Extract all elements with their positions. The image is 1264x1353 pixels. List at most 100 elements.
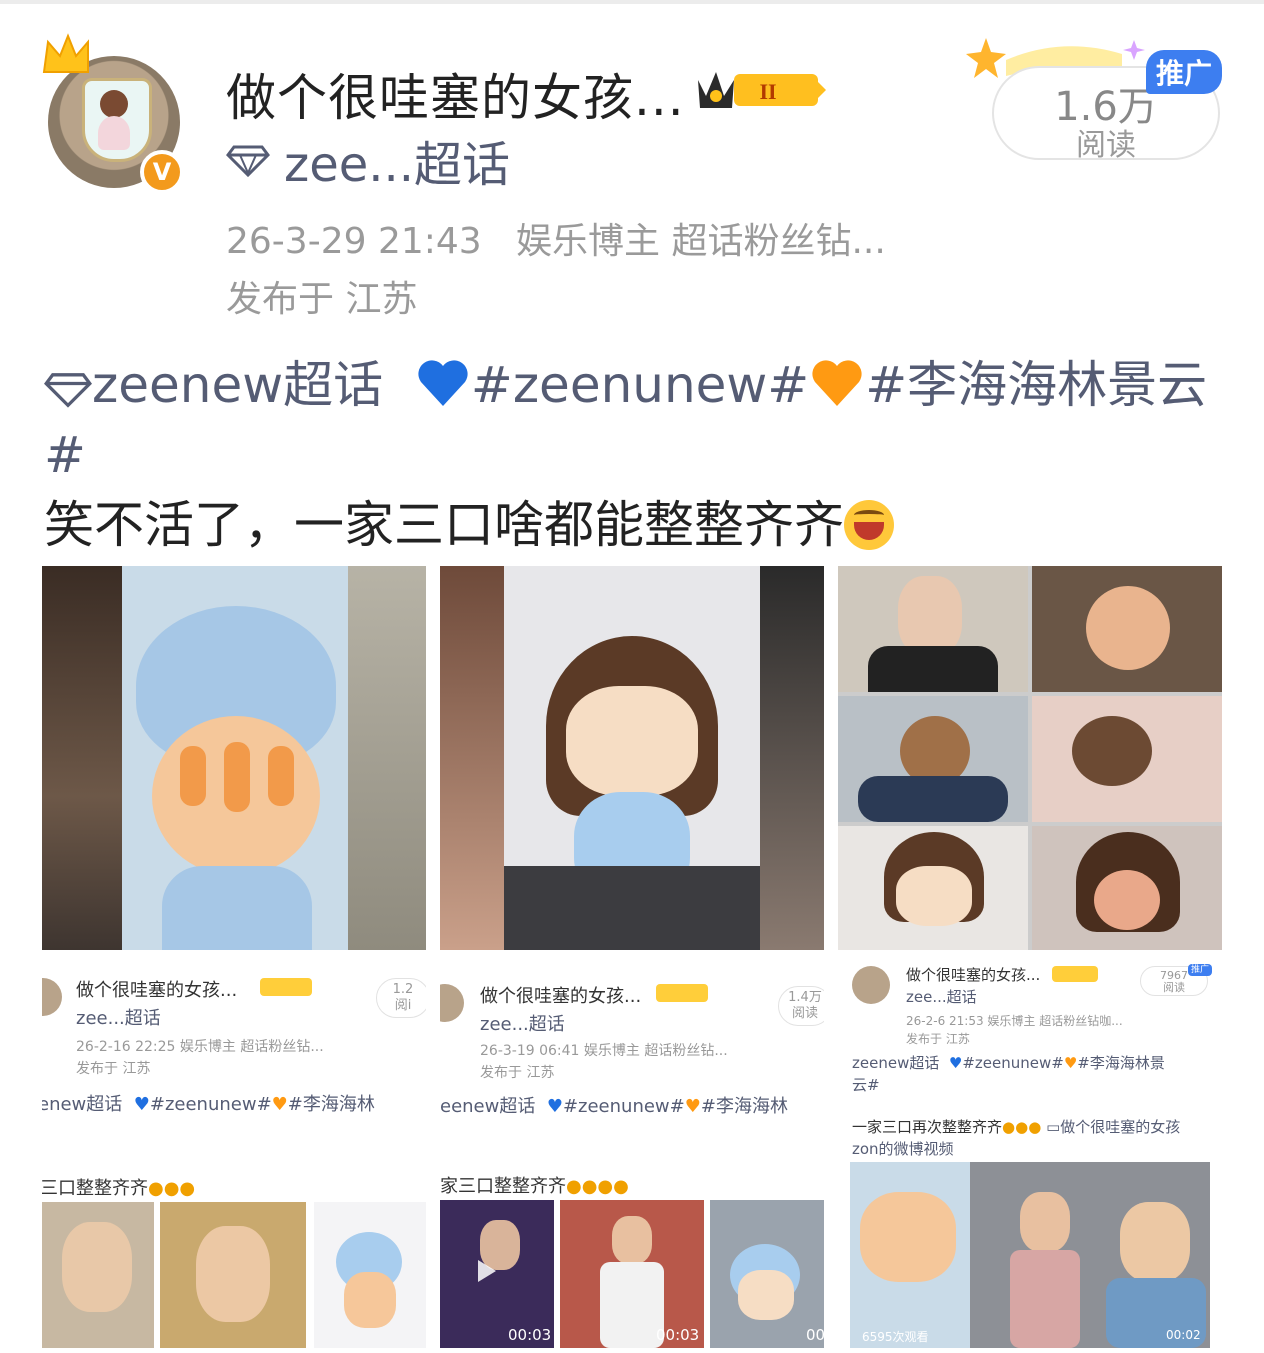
mini-read-value: 1.4万 — [788, 990, 822, 1005]
mini-hashtag-2: #李海海林 — [287, 1094, 375, 1115]
mini-username: 做个很哇塞的女孩... — [906, 966, 1041, 984]
topic-link[interactable]: zeenew超话 — [44, 356, 383, 414]
grid-person-2 — [838, 696, 1028, 822]
mini-meta: 26-2-6 21:53 娱乐博主 超话粉丝钻咖... — [906, 1014, 1123, 1028]
mini-avatar — [440, 984, 464, 1022]
mini-video-link: 做个很哇塞的女孩 — [1060, 1118, 1181, 1136]
supertopic-link[interactable]: zee...超话 — [226, 132, 510, 193]
mini-laugh-emojis: ●●● — [1002, 1118, 1042, 1136]
mini-read-count: 1.4万 阅读 — [778, 986, 824, 1026]
mini-video-player[interactable]: 6595次观看 00:02 — [850, 1162, 1210, 1348]
mini-video-duration: 00:02 — [1166, 1328, 1201, 1342]
mini-avatar — [42, 978, 62, 1016]
mini-supertopic: zee...超话 — [906, 988, 977, 1006]
mini-text: 三口整整齐齐 — [42, 1178, 148, 1199]
promote-button[interactable]: 推广 — [1146, 50, 1222, 94]
crown-icon — [42, 33, 89, 73]
mini-video-link-icon: ▭ — [1046, 1118, 1061, 1136]
post-location: 发布于 江苏 — [226, 279, 418, 320]
mini-blue-heart-icon: ♥ — [546, 1096, 563, 1117]
embedded-screenshot-3[interactable]: 做个很哇塞的女孩... zee...超话 26-2-6 21:53 娱乐博主 超… — [838, 958, 1222, 1348]
mini-blue-heart-icon: ♥ — [133, 1094, 150, 1115]
mini-promo: 推广 — [1188, 964, 1212, 976]
vip-level-text: II — [759, 79, 776, 104]
grid-monchhichi-3 — [1032, 826, 1222, 950]
post-meta: 26-3-29 21:43 娱乐博主 超话粉丝钻... — [226, 212, 886, 264]
mini-thumb-1 — [42, 1202, 154, 1348]
post-image-1[interactable] — [42, 566, 426, 950]
author-avatar-group[interactable]: V — [40, 32, 190, 194]
mini-thumb-3 — [314, 1202, 426, 1348]
laughing-emoji-icon — [844, 500, 894, 550]
mini-content-line2: 一家三口再次整整齐齐●●● ▭做个很哇塞的女孩 — [852, 1116, 1180, 1137]
mini-laugh-emojis: ●●●● — [566, 1176, 629, 1197]
mini-hashtag: #zeenunew# — [962, 1054, 1064, 1072]
post-content: zeenew超话 #zeenunew# #李海海林景云# 笑不活了，一家三口啥都能… — [44, 350, 1224, 560]
embedded-screenshot-2[interactable]: 做个很哇塞的女孩... zee...超话 26-3-19 06:41 娱乐博主 … — [440, 958, 824, 1348]
mini-video-thumb-1[interactable]: 00:03 — [440, 1200, 554, 1348]
diamond-icon — [226, 145, 270, 177]
mini-orange-heart-icon: ♥ — [1063, 1054, 1078, 1072]
mini-video-duration: 00 — [806, 1326, 824, 1344]
mini-read-count: 1.2 阅i — [376, 978, 426, 1018]
mini-vip-badge — [1052, 966, 1098, 982]
mini-content-line1: eenew超话 ♥#zeenunew#♥#李海海林 — [440, 1092, 788, 1118]
mini-topic-link: enew超话 — [42, 1094, 123, 1115]
mini-vip-badge — [656, 984, 708, 1002]
mini-location: 发布于 江苏 — [906, 1032, 970, 1046]
image-person-right — [348, 566, 426, 950]
image-mascot-panel — [504, 566, 760, 950]
topic-link-text: zeenew超话 — [92, 356, 384, 414]
mini-hashtag-2: #李海海林景 — [1077, 1054, 1165, 1072]
mini-text: 一家三口再次整整齐齐 — [852, 1118, 1003, 1136]
mini-content-line3: zon的微博视频 — [852, 1140, 954, 1158]
mini-video-duration: 00:03 — [656, 1326, 700, 1344]
mini-read-label: 阅i — [394, 998, 412, 1013]
play-icon — [478, 1260, 496, 1282]
mini-video-thumb-2[interactable]: 00:03 — [560, 1200, 704, 1348]
avatar-girl-dress — [98, 116, 130, 150]
mini-video-thumb-3[interactable]: 00 — [710, 1200, 824, 1348]
mini-hashtag-2: #李海海林 — [700, 1096, 788, 1117]
mini-content-line2: 家三口整整齐齐●●●● — [440, 1172, 629, 1198]
mini-topic-link: eenew超话 — [440, 1096, 536, 1117]
mini-read-label: 阅读 — [1163, 981, 1185, 994]
read-count-label: 阅读 — [1076, 128, 1136, 163]
post-image-3[interactable] — [838, 566, 1222, 950]
embedded-screenshot-1[interactable]: 做个很哇塞的女孩... zee...超话 26-2-16 22:25 娱乐博主 … — [42, 958, 426, 1348]
mini-content-line2: 三口整整齐齐●●● — [42, 1174, 195, 1200]
author-tags: 娱乐博主 超话粉丝钻... — [516, 221, 886, 262]
mini-hashtag-tail: 云# — [852, 1076, 880, 1094]
mini-meta: 26-3-19 06:41 娱乐博主 超话粉丝钻... — [480, 1043, 728, 1059]
mini-content-line1b: 云# — [852, 1074, 880, 1095]
mini-text: 家三口整整齐齐 — [440, 1176, 566, 1197]
mini-orange-heart-icon: ♥ — [271, 1094, 288, 1115]
image-person-left — [440, 566, 504, 950]
hashtag-zeenunew[interactable]: #zeenunew# — [471, 356, 809, 414]
mini-location: 发布于 江苏 — [480, 1065, 555, 1081]
mini-hashtag: #zeenunew# — [149, 1094, 272, 1115]
mini-meta: 26-2-16 22:25 娱乐博主 超话粉丝钻... — [76, 1039, 324, 1055]
mini-topic-link: zeenew超话 — [852, 1054, 940, 1072]
mini-orange-heart-icon: ♥ — [684, 1096, 701, 1117]
top-divider — [0, 0, 1264, 4]
image-mascot-panel — [122, 566, 348, 950]
mini-vip-badge — [260, 978, 312, 996]
mini-read-value: 1.2 — [392, 982, 414, 997]
mini-avatar — [852, 966, 890, 1004]
mini-blue-heart-icon: ♥ — [948, 1054, 963, 1072]
mini-content-line1: enew超话 ♥#zeenunew#♥#李海海林 — [42, 1090, 375, 1116]
mini-supertopic: zee...超话 — [76, 1008, 161, 1029]
mini-location: 发布于 江苏 — [76, 1061, 151, 1077]
grid-person-1 — [838, 566, 1028, 692]
orange-heart-icon — [812, 360, 862, 406]
author-username[interactable]: 做个很哇塞的女孩... — [226, 58, 685, 130]
mini-hashtag: #zeenunew# — [562, 1096, 685, 1117]
post-image-2[interactable] — [440, 566, 824, 950]
mini-content-line1: zeenew超话 ♥#zeenunew#♥#李海海林景 — [852, 1052, 1165, 1073]
image-person-right — [760, 566, 824, 950]
diamond-icon — [44, 373, 92, 408]
mini-video-duration: 00:03 — [508, 1326, 552, 1344]
mini-read-label: 阅读 — [791, 1006, 818, 1021]
mini-username: 做个很哇塞的女孩... — [480, 986, 642, 1007]
